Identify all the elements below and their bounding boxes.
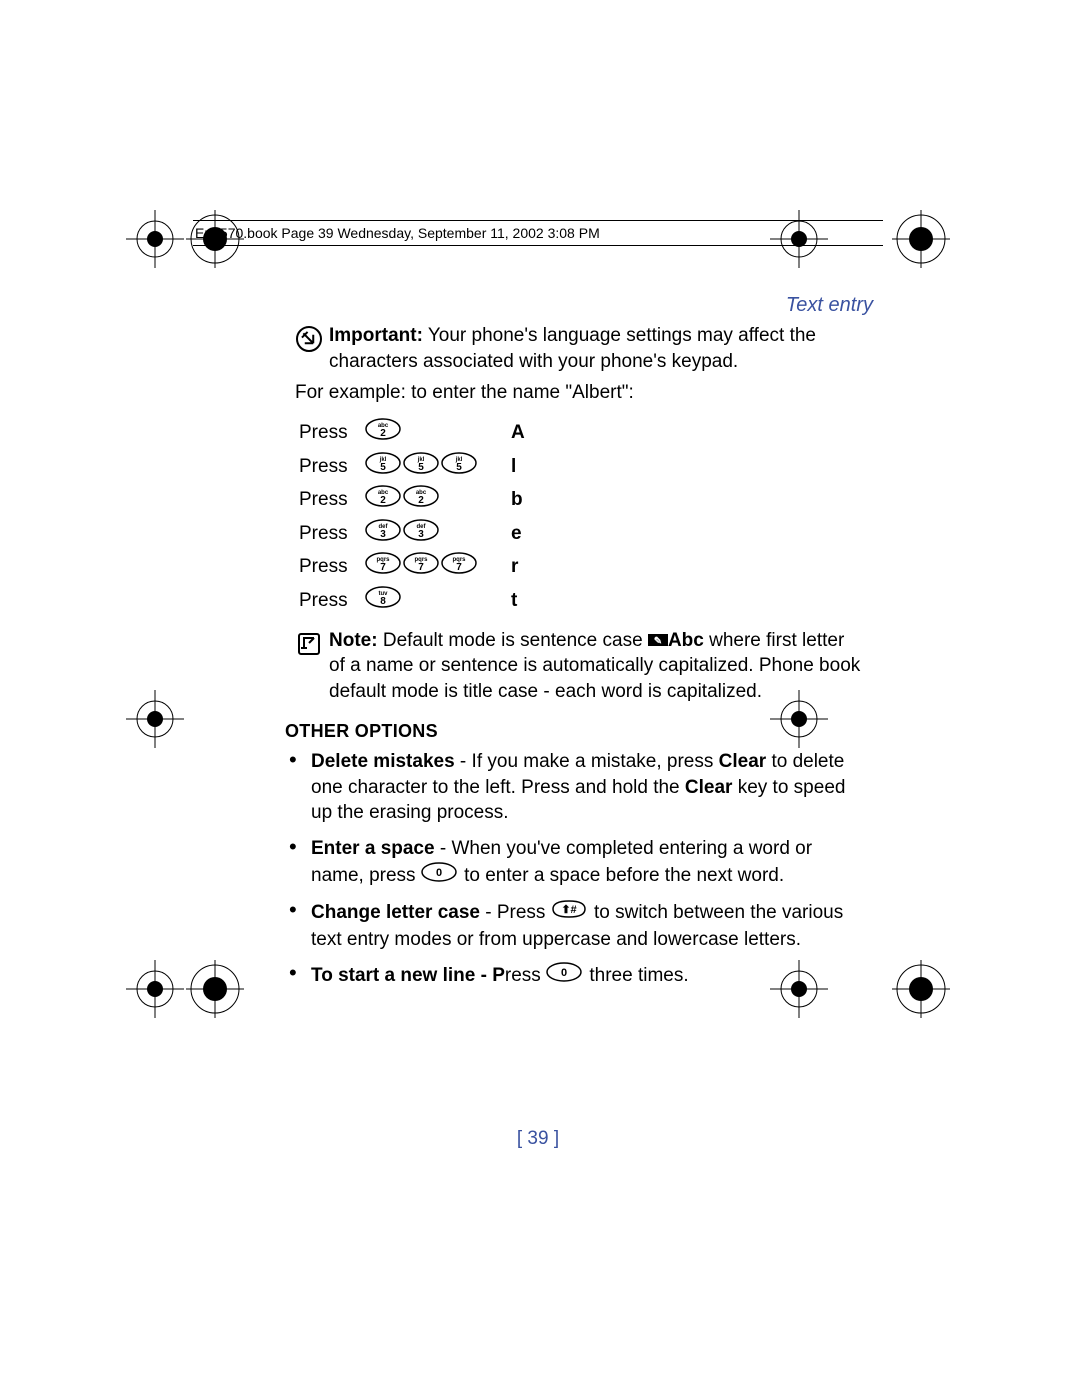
key-7-icon: pqrs7 <box>403 552 439 582</box>
svg-text:7: 7 <box>418 562 424 573</box>
key-0-icon: 0 <box>546 962 582 990</box>
key-2-icon: abc2 <box>365 418 401 448</box>
option-text: - If you make a mistake, press <box>455 751 719 772</box>
key-0-icon: 0 <box>421 862 457 890</box>
other-options-heading: OTHER OPTIONS <box>285 719 863 743</box>
key-3-icon: def3 <box>365 519 401 549</box>
crop-mark-icon <box>126 690 186 750</box>
svg-text:8: 8 <box>380 596 386 607</box>
page-number: [ 39 ] <box>193 1128 883 1150</box>
press-label: Press <box>295 584 361 618</box>
key-5-icon: jkl5 <box>403 452 439 482</box>
key-5-icon: jkl5 <box>441 452 477 482</box>
key-sequence: abc2 <box>361 416 499 450</box>
svg-text:⬆#: ⬆# <box>561 904 576 916</box>
result-letter: e <box>499 517 529 551</box>
press-label: Press <box>295 450 361 484</box>
note-label: Note: <box>329 630 378 651</box>
crop-mark-icon <box>126 210 186 270</box>
svg-text:5: 5 <box>456 462 462 473</box>
option-text: to enter a space before the next word. <box>459 864 784 885</box>
option-lead: Enter a space <box>311 838 435 859</box>
key-sequence: abc2abc2 <box>361 483 499 517</box>
key-sequence: jkl5jkl5jkl5 <box>361 450 499 484</box>
key-2-icon: abc2 <box>365 485 401 515</box>
key-5-icon: jkl5 <box>365 452 401 482</box>
options-list: Delete mistakes - If you make a mistake,… <box>285 749 863 990</box>
note-block: Note: Default mode is sentence case ✎ Abc… <box>295 628 863 705</box>
note-icon <box>295 628 329 705</box>
result-letter: l <box>499 450 529 484</box>
table-row: Presspqrs7pqrs7pqrs7r <box>295 550 529 584</box>
note-pre: Default mode is sentence case <box>378 630 648 651</box>
key-sequence: tuv8 <box>361 584 499 618</box>
table-row: Pressabc2abc2b <box>295 483 529 517</box>
option-lead: To start a new line - P <box>311 965 505 986</box>
option-lead: Change letter case <box>311 902 480 923</box>
svg-text:2: 2 <box>380 428 386 439</box>
table-row: Pressdef3def3e <box>295 517 529 551</box>
key-2-icon: abc2 <box>403 485 439 515</box>
list-item: Delete mistakes - If you make a mistake,… <box>285 749 863 826</box>
svg-text:2: 2 <box>380 495 386 506</box>
key-8-icon: tuv8 <box>365 586 401 616</box>
key-hash-icon: ⬆# <box>551 899 587 927</box>
page-content: En3570.book Page 39 Wednesday, September… <box>193 220 883 1180</box>
crop-mark-icon <box>892 210 952 270</box>
svg-text:0: 0 <box>436 867 442 879</box>
option-text: three times. <box>584 965 689 986</box>
option-lead: Delete mistakes <box>311 751 455 772</box>
svg-text:7: 7 <box>456 562 462 573</box>
key-sequence: pqrs7pqrs7pqrs7 <box>361 550 499 584</box>
result-letter: A <box>499 416 529 450</box>
important-icon <box>295 323 329 374</box>
table-row: Presstuv8 t <box>295 584 529 618</box>
svg-text:5: 5 <box>418 462 424 473</box>
key-3-icon: def3 <box>403 519 439 549</box>
press-label: Press <box>295 550 361 584</box>
list-item: Change letter case - Press ⬆# to switch … <box>285 899 863 952</box>
key-7-icon: pqrs7 <box>441 552 477 582</box>
mode-indicator-icon: ✎ <box>648 630 668 651</box>
mode-label: Abc <box>668 630 704 651</box>
key-press-table: Pressabc2APressjkl5jkl5jkl5lPressabc2abc… <box>295 416 529 618</box>
option-text: - Press <box>480 902 551 923</box>
page-header: En3570.book Page 39 Wednesday, September… <box>193 223 883 245</box>
svg-text:2: 2 <box>418 495 424 506</box>
result-letter: t <box>499 584 529 618</box>
section-title: Text entry <box>193 294 873 317</box>
press-label: Press <box>295 483 361 517</box>
press-label: Press <box>295 416 361 450</box>
example-intro: For example: to enter the name "Albert": <box>295 380 863 406</box>
important-label: Important: <box>329 325 423 346</box>
clear-key-label: Clear <box>719 751 767 772</box>
result-letter: r <box>499 550 529 584</box>
press-label: Press <box>295 517 361 551</box>
table-row: Pressabc2 A <box>295 416 529 450</box>
clear-key-label: Clear <box>685 777 733 798</box>
svg-text:3: 3 <box>380 529 386 540</box>
crop-mark-icon <box>892 960 952 1020</box>
result-letter: b <box>499 483 529 517</box>
option-text: ress <box>505 965 546 986</box>
list-item: To start a new line - Press 0 three time… <box>285 962 863 990</box>
important-note: Important: Your phone's language setting… <box>295 323 863 374</box>
svg-text:✎: ✎ <box>654 636 662 647</box>
svg-text:5: 5 <box>380 462 386 473</box>
table-row: Pressjkl5jkl5jkl5l <box>295 450 529 484</box>
key-7-icon: pqrs7 <box>365 552 401 582</box>
list-item: Enter a space - When you've completed en… <box>285 836 863 889</box>
key-sequence: def3def3 <box>361 517 499 551</box>
svg-text:0: 0 <box>561 967 567 979</box>
svg-text:7: 7 <box>380 562 386 573</box>
crop-mark-icon <box>126 960 186 1020</box>
svg-text:3: 3 <box>418 529 424 540</box>
